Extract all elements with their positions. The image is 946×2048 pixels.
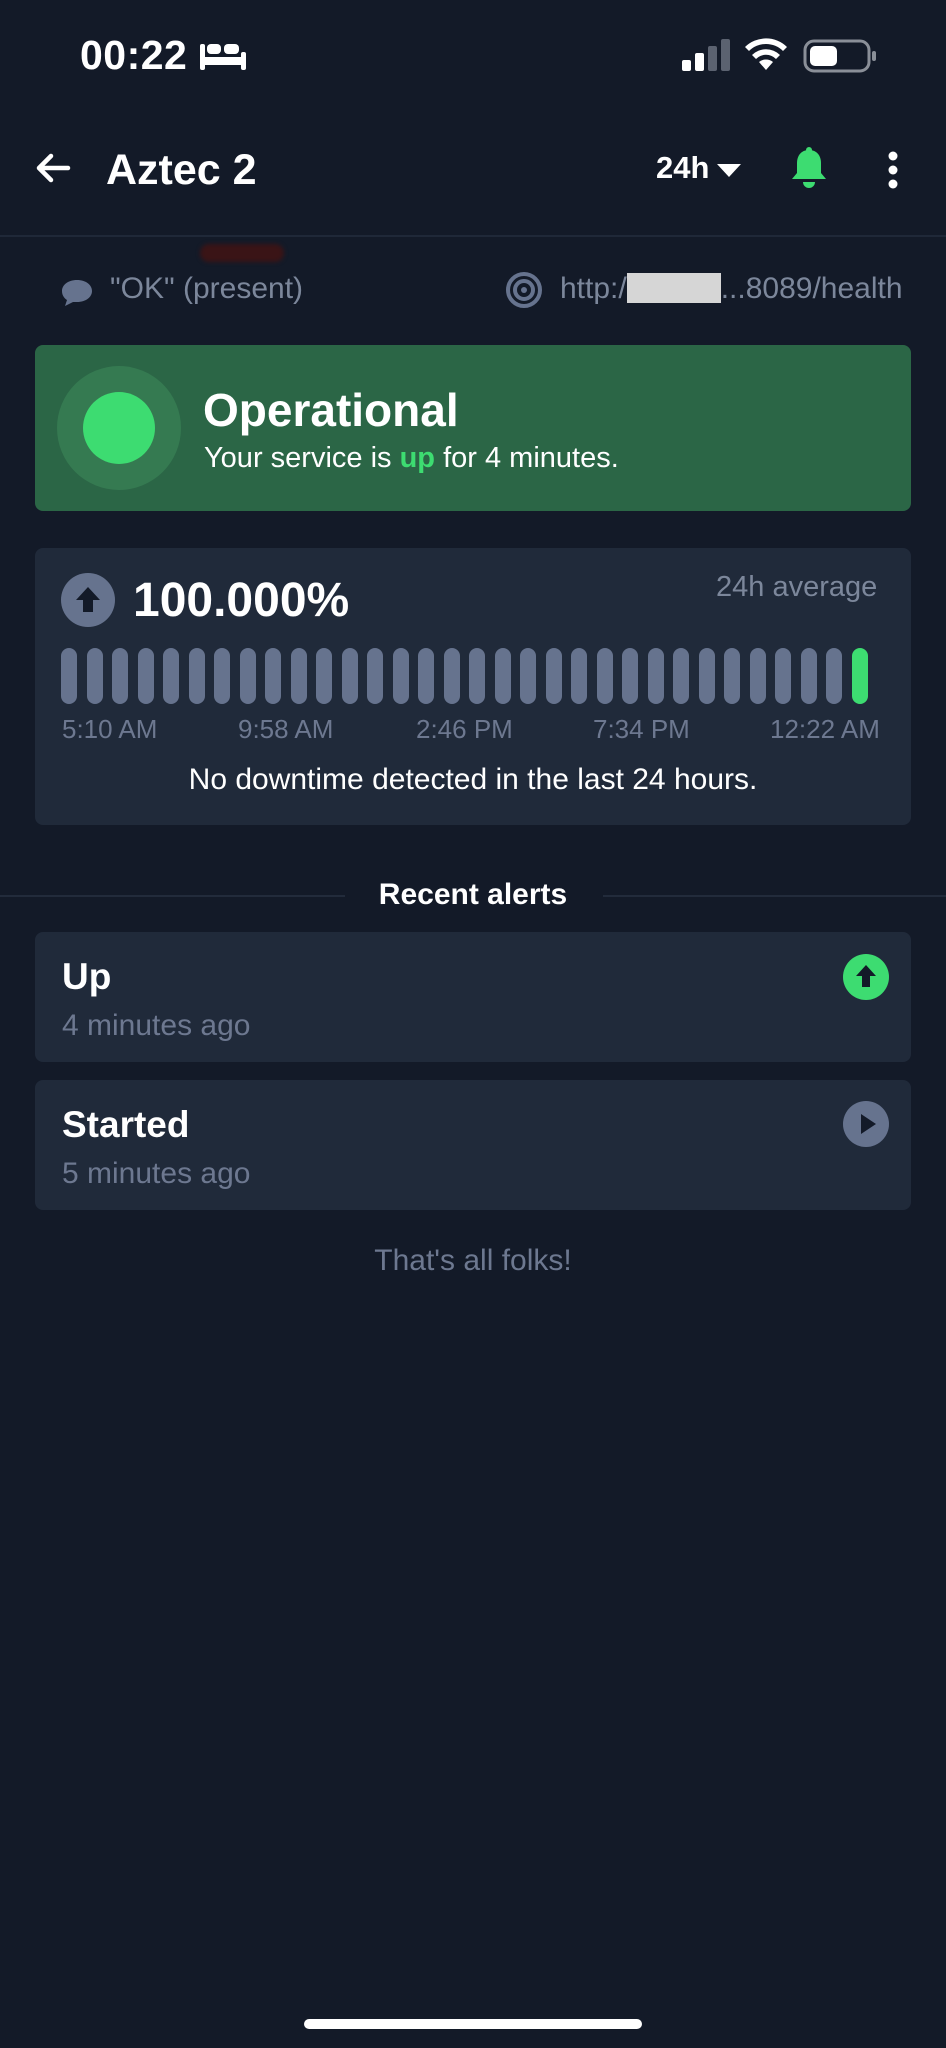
uptime-bar[interactable]: [673, 648, 689, 704]
appbar-divider: [0, 235, 946, 237]
tick-label: 12:22 AM: [770, 714, 880, 744]
end-of-list-text: That's all folks!: [374, 1244, 572, 1277]
status-time: 00:22: [80, 32, 188, 78]
page-title: Aztec 2: [106, 146, 257, 194]
target-icon: [506, 272, 542, 308]
tick-label: 9:58 AM: [238, 714, 334, 744]
recent-alerts-heading: Recent alerts: [378, 878, 568, 911]
uptime-bar[interactable]: [622, 648, 638, 704]
uptime-bar[interactable]: [418, 648, 434, 704]
uptime-bar[interactable]: [341, 648, 358, 704]
redaction-mark: [200, 244, 284, 262]
bell-icon[interactable]: [789, 147, 829, 189]
uptime-bar[interactable]: [86, 648, 103, 704]
alert-title: Up: [62, 956, 112, 997]
uptime-bar[interactable]: [494, 648, 511, 704]
time-range-label: 24h: [656, 150, 710, 185]
uptime-bars: [61, 648, 887, 704]
uptime-bar[interactable]: [316, 648, 332, 704]
monitor-url[interactable]: http:/ ...8089/health: [560, 272, 903, 306]
uptime-bar[interactable]: [698, 648, 715, 704]
back-arrow-icon[interactable]: [34, 149, 72, 187]
uptime-bar[interactable]: [163, 648, 179, 704]
uptime-bar[interactable]: [239, 648, 256, 704]
url-prefix: http:/: [560, 272, 627, 305]
uptime-bar[interactable]: [214, 648, 230, 704]
tick-label: 2:46 PM: [416, 714, 513, 744]
uptime-bar[interactable]: [647, 648, 664, 704]
uptime-caption: 24h average: [716, 571, 878, 603]
uptime-bar[interactable]: [188, 648, 205, 704]
home-indicator[interactable]: [304, 2019, 642, 2029]
arrow-up-circle-icon: [843, 954, 889, 1000]
alert-time: 4 minutes ago: [62, 1009, 251, 1042]
more-vertical-icon[interactable]: [880, 150, 906, 190]
signal-icon: [682, 39, 730, 71]
time-range-dropdown[interactable]: 24h: [656, 150, 742, 186]
uptime-bar-latest[interactable]: [851, 648, 868, 704]
speech-bubble-icon: [62, 280, 92, 306]
uptime-bar[interactable]: [469, 648, 485, 704]
uptime-bar[interactable]: [520, 648, 536, 704]
uptime-bar[interactable]: [724, 648, 740, 704]
uptime-bar[interactable]: [392, 648, 409, 704]
status-subtitle-highlight: up: [399, 442, 436, 474]
tick-label: 7:34 PM: [593, 714, 690, 744]
status-subtitle-prefix: Your service is: [204, 442, 400, 474]
play-circle-icon: [843, 1101, 889, 1147]
uptime-bar[interactable]: [545, 648, 562, 704]
uptime-bar[interactable]: [826, 648, 842, 704]
uptime-bar[interactable]: [443, 648, 460, 704]
uptime-bar[interactable]: [800, 648, 817, 704]
url-suffix: ...8089/health: [720, 272, 903, 305]
bed-icon: [200, 44, 246, 70]
uptime-bar[interactable]: [265, 648, 281, 704]
battery-icon: [803, 39, 876, 73]
tick-label: 5:10 AM: [62, 714, 158, 744]
uptime-bar[interactable]: [571, 648, 587, 704]
uptime-bar[interactable]: [749, 648, 766, 704]
uptime-bar[interactable]: [367, 648, 383, 704]
alert-time: 5 minutes ago: [62, 1157, 251, 1190]
wifi-icon: [745, 38, 787, 70]
uptime-percentage: 100.000%: [133, 574, 350, 627]
keyword-check: "OK" (present): [110, 272, 304, 305]
uptime-bar[interactable]: [775, 648, 791, 704]
status-indicator-dot: [83, 392, 155, 464]
uptime-bar[interactable]: [112, 648, 128, 704]
arrow-up-circle-icon: [61, 573, 115, 627]
uptime-bar[interactable]: [137, 648, 154, 704]
uptime-bar[interactable]: [596, 648, 613, 704]
alert-title: Started: [62, 1104, 190, 1145]
downtime-message: No downtime detected in the last 24 hour…: [188, 763, 758, 796]
caret-down-icon: [717, 163, 742, 177]
status-subtitle: Your service is up for 4 minutes.: [204, 442, 619, 475]
uptime-bar[interactable]: [61, 648, 77, 704]
uptime-bar[interactable]: [290, 648, 307, 704]
url-redaction: [626, 273, 721, 303]
status-subtitle-suffix: for 4 minutes.: [435, 442, 619, 474]
status-title: Operational: [203, 384, 459, 436]
